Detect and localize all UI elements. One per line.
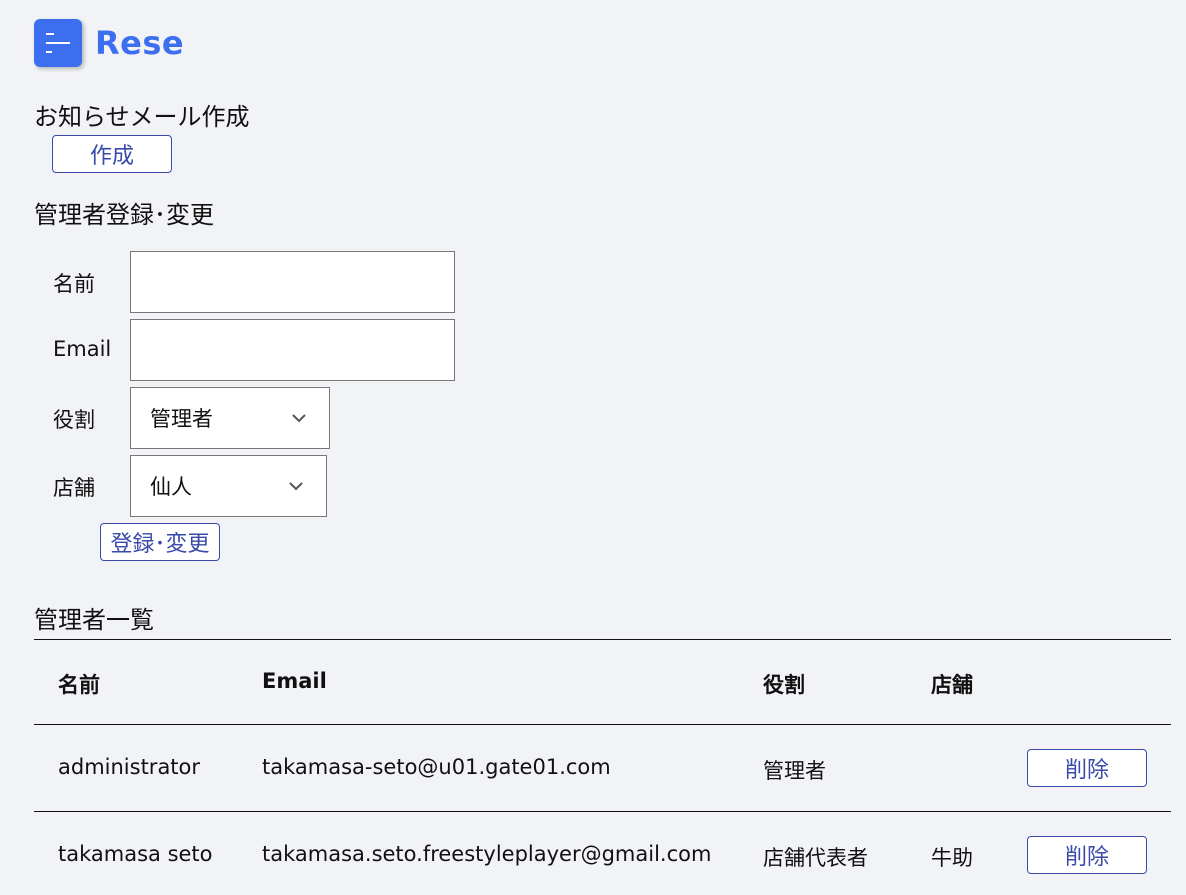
header-store: 店舗 [931, 673, 973, 697]
logo: Rese [95, 24, 185, 62]
store-selected-value: 仙人 [150, 475, 192, 499]
email-input[interactable] [130, 319, 455, 381]
role-select[interactable]: 管理者 [130, 387, 330, 449]
register-section-title: 管理者登録･変更 [34, 201, 214, 229]
divider [34, 639, 1171, 640]
create-mail-button[interactable]: 作成 [52, 135, 172, 173]
name-label: 名前 [53, 272, 95, 296]
row-name: administrator [58, 755, 201, 779]
name-input[interactable] [130, 251, 455, 313]
divider [34, 811, 1171, 812]
chevron-down-icon [289, 482, 303, 491]
row-role: 管理者 [763, 759, 826, 783]
row-store: 牛助 [931, 846, 973, 870]
row-email: takamasa.seto.freestyleplayer@gmail.com [262, 842, 712, 866]
header-email: Email [262, 669, 327, 693]
row-email: takamasa-seto@u01.gate01.com [262, 755, 611, 779]
store-select[interactable]: 仙人 [130, 455, 327, 517]
delete-button[interactable]: 削除 [1027, 749, 1147, 787]
list-section-title: 管理者一覧 [34, 606, 154, 634]
menu-button[interactable] [34, 19, 82, 67]
role-selected-value: 管理者 [150, 407, 213, 431]
delete-button[interactable]: 削除 [1027, 836, 1147, 874]
store-label: 店舗 [53, 476, 95, 500]
register-button[interactable]: 登録･変更 [100, 523, 220, 561]
header-role: 役割 [763, 673, 805, 697]
row-role: 店舗代表者 [763, 846, 868, 870]
chevron-down-icon [292, 414, 306, 423]
menu-icon [46, 33, 54, 35]
divider [34, 724, 1171, 725]
header: Rese [34, 19, 184, 67]
email-label: Email [53, 337, 112, 361]
mail-section-title: お知らせメール作成 [34, 103, 250, 131]
role-label: 役割 [53, 408, 95, 432]
header-name: 名前 [58, 673, 100, 697]
row-name: takamasa seto [58, 842, 213, 866]
